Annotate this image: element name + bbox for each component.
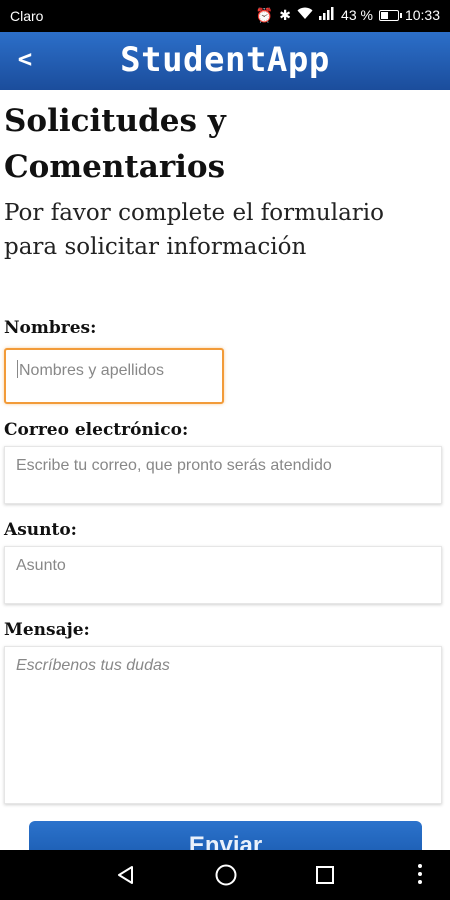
message-placeholder: Escríbenos tus dudas: [16, 657, 170, 674]
bluetooth-icon: ✱: [279, 7, 292, 23]
back-triangle-icon: [118, 866, 133, 884]
battery-percent: 43 %: [341, 7, 373, 23]
page-subtitle: Por favor complete el formulario para so…: [4, 200, 384, 260]
status-bar: Claro ⏰ ✱ 43 % 10:33: [0, 0, 450, 32]
subject-placeholder: Asunto: [16, 557, 66, 574]
submit-button[interactable]: Enviar: [29, 821, 422, 850]
nav-recents-button[interactable]: [295, 850, 355, 900]
alarm-icon: ⏰: [255, 7, 274, 23]
email-label: Correo electrónico:: [4, 420, 189, 440]
page-title: Solicitudes y Comentarios: [4, 103, 226, 185]
wifi-icon: [297, 7, 313, 23]
email-placeholder: Escribe tu correo, que pronto serás aten…: [16, 457, 332, 474]
nav-home-button[interactable]: [196, 850, 256, 900]
signal-icon: [319, 7, 335, 23]
subject-label: Asunto:: [4, 520, 77, 540]
names-placeholder: Nombres y apellidos: [19, 362, 164, 379]
battery-icon: [378, 9, 402, 21]
message-field[interactable]: Escríbenos tus dudas: [4, 646, 442, 804]
recents-square-icon: [316, 866, 334, 884]
carrier-label: Claro: [10, 8, 44, 24]
app-bar: < StudentApp: [0, 32, 450, 90]
names-label: Nombres:: [4, 318, 97, 338]
nav-back-button[interactable]: [96, 850, 156, 900]
home-circle-icon: [215, 864, 237, 886]
email-field[interactable]: Escribe tu correo, que pronto serás aten…: [4, 446, 442, 504]
form-screen: Solicitudes y Comentarios Por favor comp…: [0, 90, 450, 850]
more-vertical-icon[interactable]: [418, 864, 422, 888]
status-icons: ⏰ ✱ 43 % 10:33: [256, 7, 440, 23]
message-label: Mensaje:: [4, 620, 90, 640]
clock: 10:33: [404, 7, 440, 23]
subject-field[interactable]: Asunto: [4, 546, 442, 604]
names-field[interactable]: Nombres y apellidos: [4, 348, 224, 404]
app-title: StudentApp: [120, 40, 330, 80]
navigation-bar: [0, 850, 450, 900]
text-cursor: [17, 360, 18, 378]
